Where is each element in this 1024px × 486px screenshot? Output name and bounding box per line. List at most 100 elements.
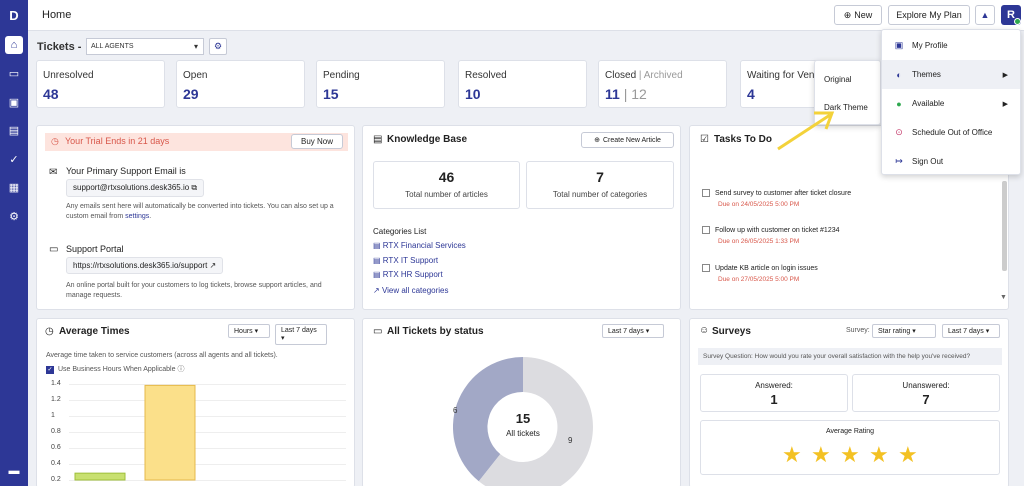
stat-label: Pending	[323, 70, 360, 81]
filter-settings-icon[interactable]: ⚙	[209, 38, 227, 55]
new-button[interactable]: ⊕ New	[834, 5, 882, 25]
bell-icon[interactable]: ▲	[975, 5, 995, 25]
menu-available[interactable]: ● Available ▶	[882, 89, 1020, 118]
period-value: Last 7 days	[948, 328, 984, 335]
category-link[interactable]: ▤ RTX IT Support	[373, 256, 438, 265]
menu-schedule-ooo[interactable]: ⊙ Schedule Out of Office	[882, 118, 1020, 147]
support-email[interactable]: support@rtxsolutions.desk365.io ⧉	[66, 179, 205, 197]
category-name: RTX Financial Services	[382, 241, 466, 250]
task-text: Send survey to customer after ticket clo…	[715, 189, 852, 197]
copy-icon[interactable]: ⧉	[191, 183, 197, 192]
surveys-title: Surveys	[712, 326, 751, 337]
stat-value: 48	[43, 86, 59, 102]
email-icon: ✉	[49, 167, 58, 178]
donut-total: 15	[515, 411, 531, 426]
stat-label: Unresolved	[43, 70, 94, 81]
menu-themes[interactable]: ◐ Themes ▶	[882, 60, 1020, 89]
star-icon: ★	[840, 442, 860, 467]
category-name: RTX IT Support	[382, 256, 439, 265]
task-item[interactable]: Follow up with customer on ticket #1234 …	[702, 226, 840, 245]
menu-sign-out[interactable]: ↦ Sign Out	[882, 147, 1020, 176]
menu-my-profile[interactable]: ▣ My Profile	[882, 31, 1020, 60]
task-checkbox[interactable]	[702, 264, 710, 272]
theme-original[interactable]: Original	[815, 65, 880, 94]
trial-panel: ◷ Your Trial Ends in 21 days Buy Now ✉ Y…	[36, 125, 355, 310]
chevron-right-icon: ▶	[1002, 71, 1008, 79]
knowledge-base-icon[interactable]: ▤	[5, 121, 23, 139]
annotation-arrow	[777, 111, 835, 151]
reports-icon[interactable]: ▦	[5, 178, 23, 196]
stat-closed[interactable]: Closed | Archived 11 | 12	[598, 60, 727, 108]
category-link[interactable]: ▤ RTX HR Support	[373, 270, 443, 279]
external-link-icon[interactable]: ↗	[210, 261, 217, 270]
create-article-button[interactable]: ⊕ Create New Article	[581, 132, 674, 148]
task-due: Due on 27/05/2025 5:00 PM	[718, 276, 800, 283]
schedule-icon: ⊙	[895, 127, 903, 137]
app-logo-icon[interactable]: D	[5, 6, 23, 24]
sign-out-icon: ↦	[895, 156, 903, 166]
stat-unresolved[interactable]: Unresolved 48	[36, 60, 165, 108]
left-sidebar: D ⌂ ▭ ▣ ▤ ✓ ▦ ⚙ ▬	[0, 0, 28, 486]
period-value: Last 7 days	[608, 328, 644, 335]
portal-description: An online portal built for your customer…	[66, 282, 322, 300]
all-tickets-title: All Tickets by status	[387, 326, 484, 337]
stat-value: 29	[183, 86, 199, 102]
tickets-icon[interactable]: ▭	[5, 64, 23, 82]
profile-icon: ▣	[894, 40, 904, 50]
chevron-down-icon: ▾	[193, 42, 198, 51]
kb-categories-box: 7 Total number of categories	[526, 161, 674, 209]
support-email-text: support@rtxsolutions.desk365.io	[73, 183, 190, 192]
tasks-title: Tasks To Do	[714, 134, 772, 145]
survey-question: Survey Question: How would you rate your…	[698, 348, 1002, 365]
average-times-panel: ◷ Average Times Hours ▾ Last 7 days ▾ Av…	[36, 318, 355, 486]
bar-1	[144, 384, 196, 481]
period-select[interactable]: Last 7 days ▾	[942, 324, 1000, 338]
email-title: Your Primary Support Email is	[66, 166, 186, 176]
stat-resolved[interactable]: Resolved 10	[458, 60, 587, 108]
settings-link[interactable]: settings	[125, 213, 149, 220]
kb-title: Knowledge Base	[387, 134, 468, 145]
task-checkbox[interactable]	[702, 189, 710, 197]
home-icon[interactable]: ⌂	[5, 36, 23, 54]
survey-type-select[interactable]: Star rating ▾	[872, 324, 936, 338]
settings-icon[interactable]: ⚙	[5, 207, 23, 225]
explore-plan-button[interactable]: Explore My Plan	[888, 5, 970, 25]
chat-icon[interactable]: ▬	[5, 462, 23, 480]
task-text: Update KB article on login issues	[715, 264, 818, 272]
scrollbar[interactable]	[1002, 181, 1007, 271]
task-item[interactable]: Send survey to customer after ticket clo…	[702, 189, 851, 208]
status-dot	[1014, 18, 1021, 25]
scroll-down-icon[interactable]: ▼	[1000, 294, 1007, 301]
buy-now-button[interactable]: Buy Now	[291, 134, 343, 149]
stat-open[interactable]: Open 29	[176, 60, 305, 108]
category-link[interactable]: ▤ RTX Financial Services	[373, 241, 466, 250]
star-icon: ★	[869, 442, 889, 467]
period-select[interactable]: Last 7 days ▾	[602, 324, 664, 338]
book-icon: ▤	[373, 134, 383, 145]
folder-icon: ▤	[373, 270, 381, 279]
chevron-down-icon: ▾	[985, 328, 990, 335]
plus-icon: ⊕	[594, 137, 600, 144]
categories-title: Categories List	[373, 227, 427, 236]
view-all-categories-link[interactable]: ↗ View all categories	[373, 286, 449, 295]
portal-url[interactable]: https://rtxsolutions.desk365.io/support …	[66, 257, 224, 274]
menu-label: My Profile	[912, 41, 948, 50]
avg-times-chart	[74, 384, 196, 481]
task-checkbox[interactable]	[702, 226, 710, 234]
theme-icon: ◐	[896, 69, 902, 80]
stat-label: Open	[183, 70, 208, 81]
portal-url-text: https://rtxsolutions.desk365.io/support	[73, 261, 208, 270]
task-item[interactable]: Update KB article on login issues Due on…	[702, 264, 818, 283]
stat-pending[interactable]: Pending 15	[316, 60, 445, 108]
menu-label: Themes	[912, 70, 941, 79]
answered-label: Answered:	[755, 381, 793, 390]
agent-filter-select[interactable]: ALL AGENTS ▾	[86, 38, 204, 55]
contacts-icon[interactable]: ▣	[5, 93, 23, 111]
trial-text: Your Trial Ends in 21 days	[65, 136, 170, 146]
star-icon: ★	[782, 442, 802, 467]
star-icon: ★	[811, 442, 831, 467]
stat-label: Closed	[605, 70, 637, 81]
profile-menu: ▣ My Profile ◐ Themes ▶ ● Available ▶ ⊙ Schedu…	[881, 29, 1021, 175]
tasks-icon[interactable]: ✓	[5, 150, 23, 168]
portal-title: Support Portal	[66, 244, 124, 254]
